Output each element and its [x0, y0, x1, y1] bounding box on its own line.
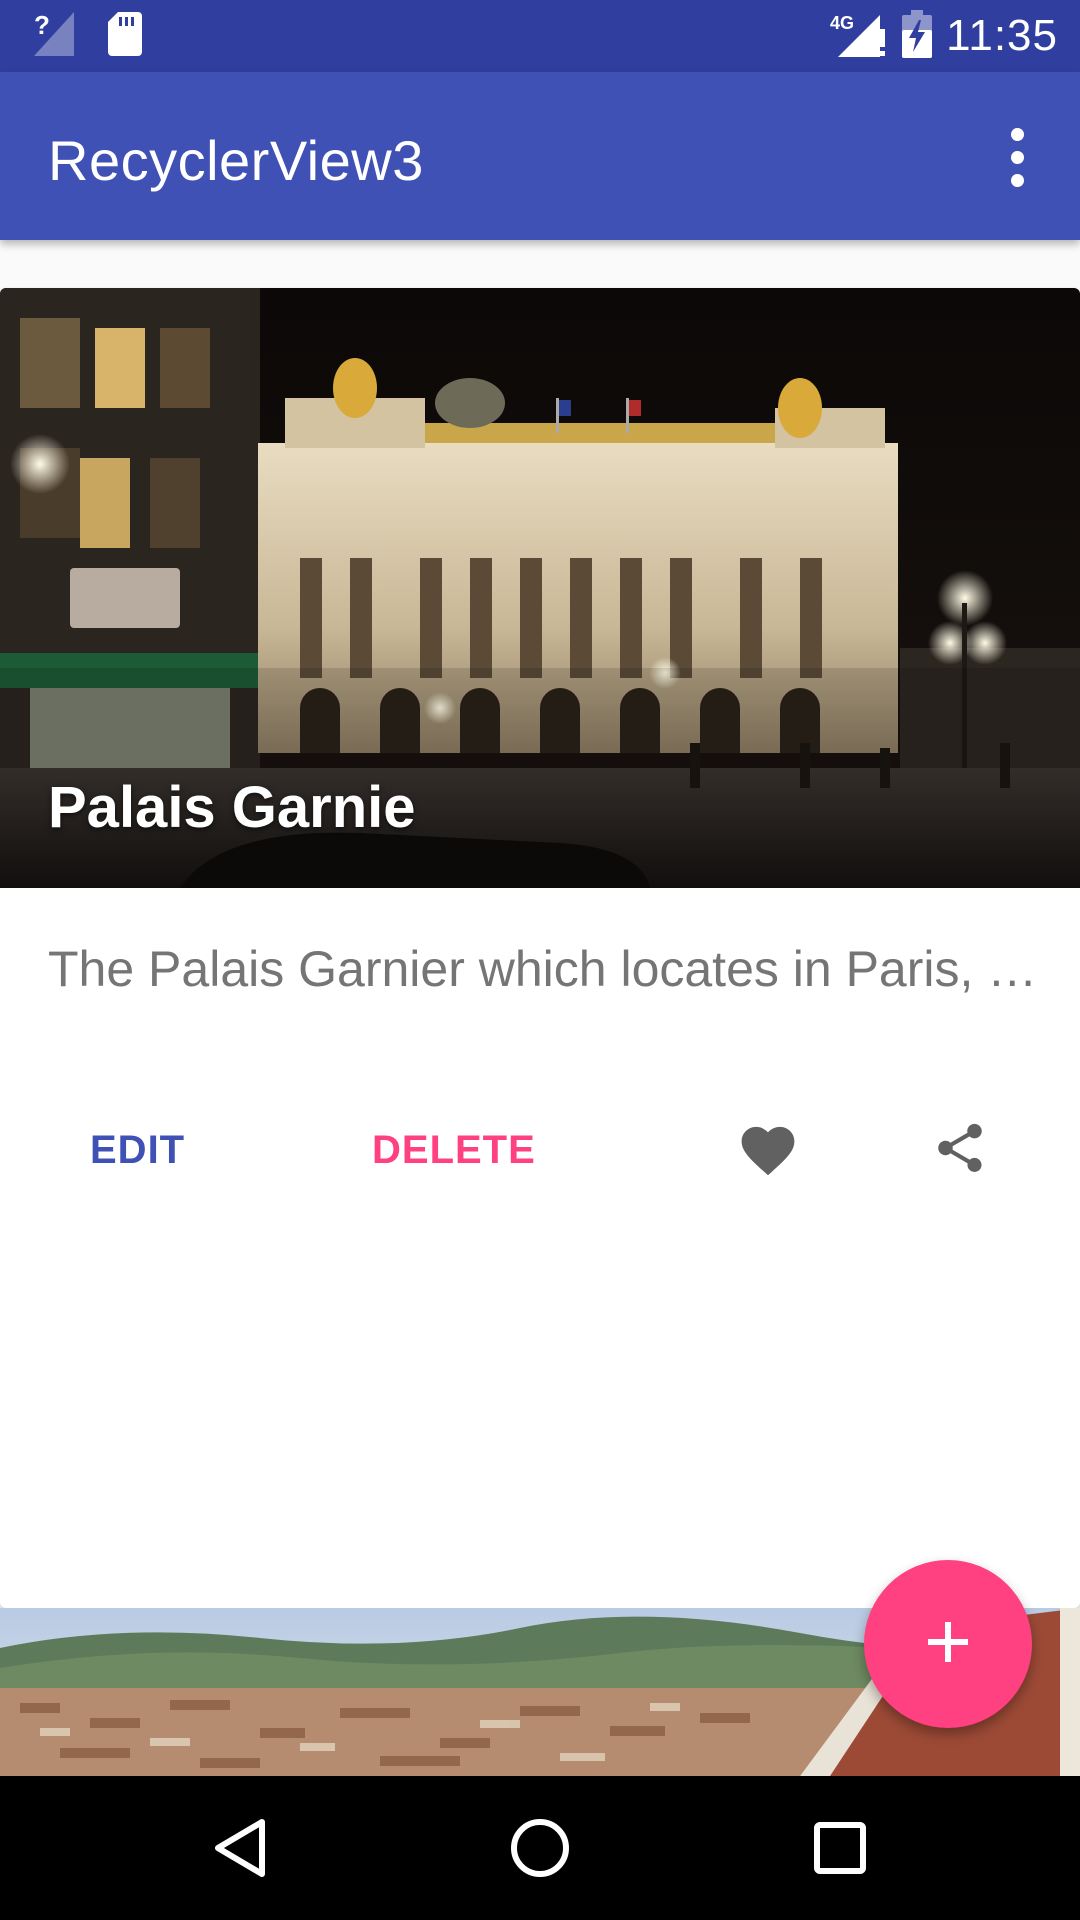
share-icon[interactable] — [910, 1098, 1010, 1198]
card-description: The Palais Garnier which locates in Pari… — [48, 941, 1038, 997]
battery-charging-icon — [902, 9, 933, 63]
add-icon — [924, 1618, 972, 1671]
signal-4g-icon: 4G — [830, 11, 888, 62]
signal-unknown-icon: ? — [34, 10, 74, 61]
more-vert-icon[interactable] — [982, 122, 1052, 192]
status-right-icons: 4G 11:35 — [830, 0, 1058, 72]
add-fab[interactable] — [864, 1560, 1032, 1728]
card-actions: EDIT DELETE — [0, 1068, 1080, 1228]
sd-card-icon — [108, 11, 142, 61]
place-card[interactable]: Palais Garnie The Palais Garnier which l… — [0, 288, 1080, 1608]
home-icon[interactable] — [490, 1798, 590, 1898]
heart-icon[interactable] — [718, 1098, 818, 1198]
navigation-bar — [0, 1776, 1080, 1920]
status-left-icons: ? — [34, 10, 142, 61]
card-image: Palais Garnie — [0, 288, 1080, 888]
card-title: Palais Garnie — [48, 775, 416, 840]
svg-text:?: ? — [34, 12, 50, 40]
svg-text:4G: 4G — [830, 13, 854, 33]
delete-button[interactable]: DELETE — [372, 1118, 536, 1183]
status-bar: ? 4G 11:35 — [0, 0, 1080, 72]
clock: 11:35 — [946, 11, 1058, 60]
app-bar: RecyclerView3 — [0, 72, 1080, 240]
recents-icon[interactable] — [790, 1798, 890, 1898]
edit-button[interactable]: EDIT — [90, 1118, 185, 1183]
back-icon[interactable] — [190, 1798, 290, 1898]
app-title: RecyclerView3 — [48, 129, 424, 192]
